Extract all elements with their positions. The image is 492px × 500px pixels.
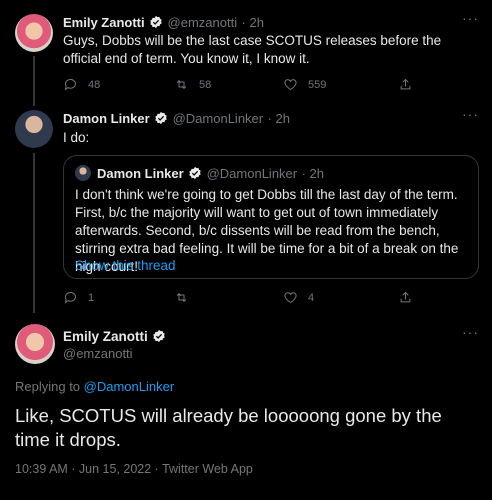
like-icon (284, 79, 297, 91)
avatar (75, 165, 91, 181)
verified-icon (154, 111, 168, 130)
main-tweet-text: Like, SCOTUS will already be looooong go… (15, 405, 442, 450)
share-icon (400, 78, 411, 90)
quoted-tweet-time: · 2h (301, 166, 324, 181)
tweet-header: Damon Linker @DamonLinker · 2h (63, 110, 290, 130)
reply-icon (64, 79, 76, 91)
tweet-text: I do: (63, 130, 90, 145)
author-handle[interactable]: @DamonLinker (173, 111, 264, 126)
like-count: 4 (308, 291, 315, 304)
more-icon[interactable]: ··· (462, 106, 479, 122)
tweet-time[interactable]: · 2h (268, 111, 290, 126)
more-icon[interactable]: ··· (462, 324, 479, 340)
reply-count: 1 (88, 291, 95, 304)
quoted-author-handle: @DamonLinker (206, 166, 298, 181)
share-icon (400, 291, 411, 303)
thread-line (33, 153, 35, 313)
avatar[interactable] (15, 110, 53, 148)
quoted-tweet[interactable]: Damon Linker @DamonLinker · 2h I don't t… (63, 155, 479, 279)
main-author: Emily Zanotti (63, 328, 166, 348)
like-button[interactable]: 559 (283, 77, 326, 92)
tweet-text: Guys, Dobbs will be the last case SCOTUS… (63, 33, 442, 66)
verified-icon (152, 329, 166, 348)
show-thread-link[interactable]: Show this thread (75, 257, 176, 275)
like-icon (284, 292, 297, 304)
retweet-button[interactable] (174, 290, 199, 305)
quoted-header: Damon Linker @DamonLinker · 2h (97, 165, 324, 185)
tweet-time[interactable]: · 2h (242, 15, 264, 30)
author-name[interactable]: Emily Zanotti (63, 15, 145, 30)
share-button[interactable] (398, 290, 413, 305)
like-count: 559 (308, 78, 327, 91)
author-name[interactable]: Emily Zanotti (63, 329, 148, 344)
verified-icon (188, 166, 202, 185)
more-icon[interactable]: ··· (462, 10, 479, 26)
like-button[interactable]: 4 (283, 290, 314, 305)
reply-button[interactable]: 1 (63, 290, 94, 305)
retweet-count: 58 (199, 78, 212, 91)
retweet-button[interactable]: 58 (174, 77, 211, 92)
share-button[interactable] (398, 77, 413, 92)
author-handle[interactable]: @emzanotti (168, 15, 238, 30)
main-tweet: Emily Zanotti @emzanotti ··· Replying to… (0, 310, 492, 500)
thread-line (33, 56, 35, 106)
reply-count: 48 (88, 78, 101, 91)
tweet-timestamp[interactable]: 10:39 AM · Jun 15, 2022 · Twitter Web Ap… (15, 462, 253, 476)
author-name[interactable]: Damon Linker (63, 111, 150, 126)
avatar[interactable] (15, 14, 53, 52)
replying-prefix: Replying to (15, 379, 84, 394)
reply-icon (64, 292, 76, 304)
tweet-emily-1[interactable]: Emily Zanotti @emzanotti · 2h ··· Guys, … (0, 0, 492, 106)
retweet-icon (176, 80, 187, 89)
author-handle[interactable]: @emzanotti (63, 346, 133, 361)
replying-to-link[interactable]: @DamonLinker (84, 379, 175, 394)
retweet-icon (176, 293, 187, 302)
tweet-damon[interactable]: Damon Linker @DamonLinker · 2h ··· I do:… (0, 100, 492, 313)
quoted-author-name: Damon Linker (97, 166, 184, 181)
replying-to: Replying to @DamonLinker (15, 379, 174, 394)
tweet-header: Emily Zanotti @emzanotti · 2h (63, 14, 264, 34)
reply-button[interactable]: 48 (63, 77, 100, 92)
avatar[interactable] (15, 324, 55, 364)
